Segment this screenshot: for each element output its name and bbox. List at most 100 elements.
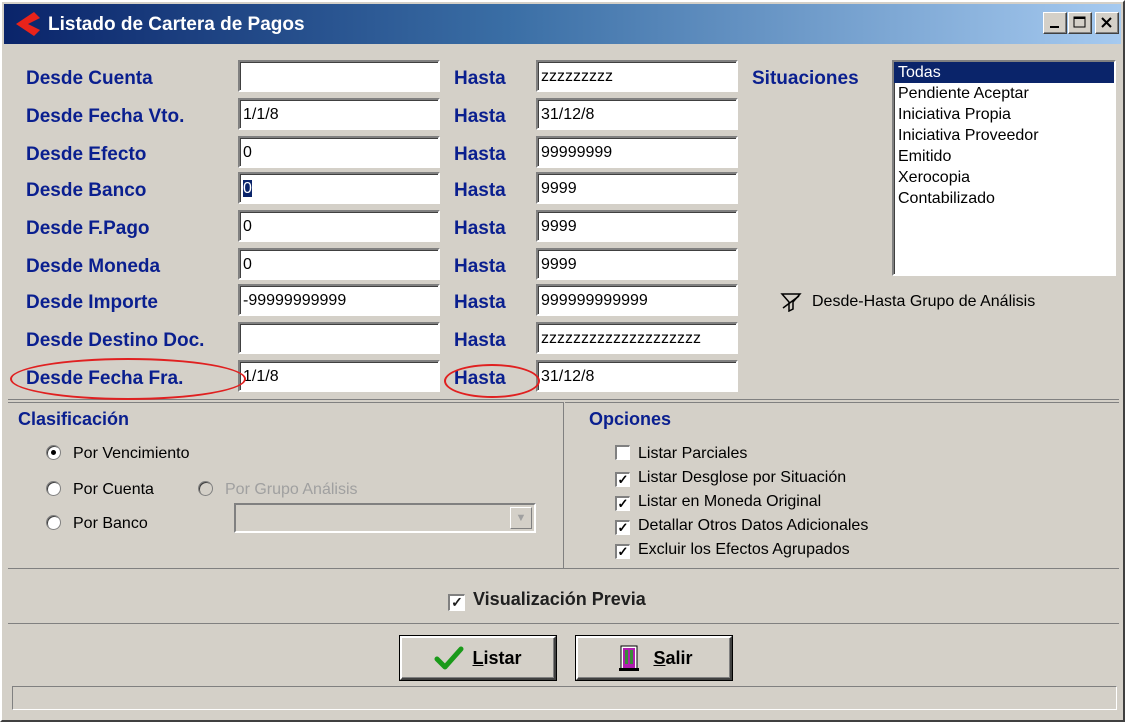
grupo-analisis-link[interactable]: Desde-Hasta Grupo de Análisis (780, 292, 1035, 312)
title-bar[interactable]: Listado de Cartera de Pagos (4, 4, 1121, 44)
checkbox-listar-parciales[interactable]: Listar Parciales (615, 445, 747, 463)
hasta-fecha-vto-input[interactable]: 31/12/8 (536, 98, 738, 130)
minimize-icon (1050, 26, 1059, 28)
checkbox-moneda-original[interactable]: ✓ Listar en Moneda Original (615, 493, 821, 511)
hasta-moneda-input[interactable]: 9999 (536, 248, 738, 280)
checkbox-listar-desglose[interactable]: ✓ Listar Desglose por Situación (615, 469, 846, 487)
close-icon (1101, 17, 1112, 28)
filter-label-moneda: Desde Moneda (26, 256, 161, 277)
hasta-destino-doc-input[interactable]: zzzzzzzzzzzzzzzzzzzz (536, 322, 738, 354)
listar-accel: L (472, 647, 484, 668)
situaciones-listbox[interactable]: Todas Pendiente Aceptar Iniciativa Propi… (892, 60, 1116, 276)
filter-label-fecha-vto: Desde Fecha Vto. (26, 106, 185, 127)
filter-label-destino-doc: Desde Destino Doc. (26, 330, 205, 351)
radio-label: Por Banco (73, 515, 148, 532)
banco-select: ▼ (234, 503, 536, 533)
check-icon: ✓ (615, 496, 630, 511)
hasta-cuenta-input[interactable]: zzzzzzzzz (536, 60, 738, 92)
checkbox-box (615, 445, 630, 460)
desde-fecha-fra-input[interactable]: 1/1/8 (238, 360, 440, 392)
list-item[interactable]: Contabilizado (894, 188, 1114, 209)
desde-f-pago-input[interactable]: 0 (238, 210, 440, 242)
list-item[interactable]: Todas (894, 62, 1114, 83)
hasta-label: Hasta (454, 144, 506, 165)
status-bar (12, 686, 1117, 710)
check-icon: ✓ (615, 472, 630, 487)
check-icon: ✓ (615, 544, 630, 559)
desde-fecha-vto-input[interactable]: 1/1/8 (238, 98, 440, 130)
checkbox-otros-datos[interactable]: ✓ Detallar Otros Datos Adicionales (615, 517, 868, 535)
checkbox-visualizacion-previa[interactable]: ✓ Visualización Previa (448, 589, 646, 611)
hasta-label: Hasta (454, 292, 506, 313)
filter-label-importe: Desde Importe (26, 292, 158, 313)
radio-label: Por Cuenta (73, 481, 154, 498)
window-title: Listado de Cartera de Pagos (48, 14, 305, 35)
radio-por-grupo-analisis: Por Grupo Análisis (198, 481, 358, 499)
hasta-label: Hasta (454, 218, 506, 239)
situaciones-label: Situaciones (752, 68, 859, 89)
desde-cuenta-input[interactable] (238, 60, 440, 92)
desde-importe-input[interactable]: -99999999999 (238, 284, 440, 316)
radio-por-banco[interactable]: Por Banco (46, 515, 148, 533)
radio-dot (46, 515, 61, 530)
checkbox-label: Listar en Moneda Original (638, 493, 822, 510)
list-item[interactable]: Xerocopia (894, 167, 1114, 188)
hasta-label: Hasta (454, 106, 506, 127)
desde-efecto-input[interactable]: 0 (238, 136, 440, 168)
annotation-ellipse (444, 364, 540, 398)
hasta-label: Hasta (454, 256, 506, 277)
visualizacion-panel: ✓ Visualización Previa (8, 568, 1119, 624)
listar-button[interactable]: Listar (400, 636, 556, 680)
filter-label-cuenta: Desde Cuenta (26, 68, 153, 89)
radio-por-vencimiento[interactable]: Por Vencimiento (46, 445, 190, 463)
desde-banco-input[interactable]: 0 (238, 172, 440, 204)
clasificacion-group: Clasificación Por Vencimiento Por Cuenta… (8, 402, 564, 568)
list-item[interactable]: Pendiente Aceptar (894, 83, 1114, 104)
filter-label-efecto: Desde Efecto (26, 144, 147, 165)
desde-destino-doc-input[interactable] (238, 322, 440, 354)
checkmark-icon (434, 646, 464, 670)
checkbox-label: Listar Parciales (638, 445, 748, 462)
list-item[interactable]: Emitido (894, 146, 1114, 167)
radio-por-cuenta[interactable]: Por Cuenta (46, 481, 154, 499)
check-icon: ✓ (448, 594, 465, 611)
radio-label: Por Vencimiento (73, 445, 190, 462)
list-item[interactable]: Iniciativa Propia (894, 104, 1114, 125)
list-item[interactable]: Iniciativa Proveedor (894, 125, 1114, 146)
hasta-fecha-fra-input[interactable]: 31/12/8 (536, 360, 738, 392)
filter-label-banco: Desde Banco (26, 180, 147, 201)
checkbox-label: Detallar Otros Datos Adicionales (638, 517, 869, 534)
checkbox-label: Excluir los Efectos Agrupados (638, 541, 850, 558)
desde-moneda-input[interactable]: 0 (238, 248, 440, 280)
annotation-ellipse (10, 358, 246, 400)
radio-dot (198, 481, 213, 496)
salir-button[interactable]: Salir (576, 636, 732, 680)
radio-dot (46, 445, 61, 460)
exit-door-icon (619, 645, 640, 671)
selected-text: 0 (243, 180, 252, 197)
hasta-banco-input[interactable]: 9999 (536, 172, 738, 204)
hasta-label: Hasta (454, 68, 506, 89)
minimize-button[interactable] (1043, 12, 1067, 34)
hasta-efecto-input[interactable]: 99999999 (536, 136, 738, 168)
chevron-down-icon: ▼ (510, 507, 532, 529)
close-button[interactable] (1095, 12, 1119, 34)
checkbox-label: Listar Desglose por Situación (638, 469, 847, 486)
hasta-f-pago-input[interactable]: 9999 (536, 210, 738, 242)
salir-accel: S (653, 647, 666, 668)
app-arrow-icon (16, 12, 40, 36)
grupo-analisis-label: Desde-Hasta Grupo de Análisis (812, 293, 1036, 311)
filter-label-f-pago: Desde F.Pago (26, 218, 150, 239)
filter-panel: Desde Cuenta Hasta zzzzzzzzz Desde Fecha… (8, 48, 1119, 400)
radio-dot (46, 481, 61, 496)
hasta-label: Hasta (454, 330, 506, 351)
listar-label: istar (483, 647, 522, 668)
opciones-title: Opciones (589, 409, 672, 429)
maximize-icon (1073, 16, 1086, 28)
hasta-importe-input[interactable]: 999999999999 (536, 284, 738, 316)
check-icon: ✓ (615, 520, 630, 535)
hasta-label: Hasta (454, 180, 506, 201)
checkbox-excluir-agrupados[interactable]: ✓ Excluir los Efectos Agrupados (615, 541, 850, 559)
radio-label: Por Grupo Análisis (225, 481, 358, 498)
maximize-button[interactable] (1068, 12, 1092, 34)
